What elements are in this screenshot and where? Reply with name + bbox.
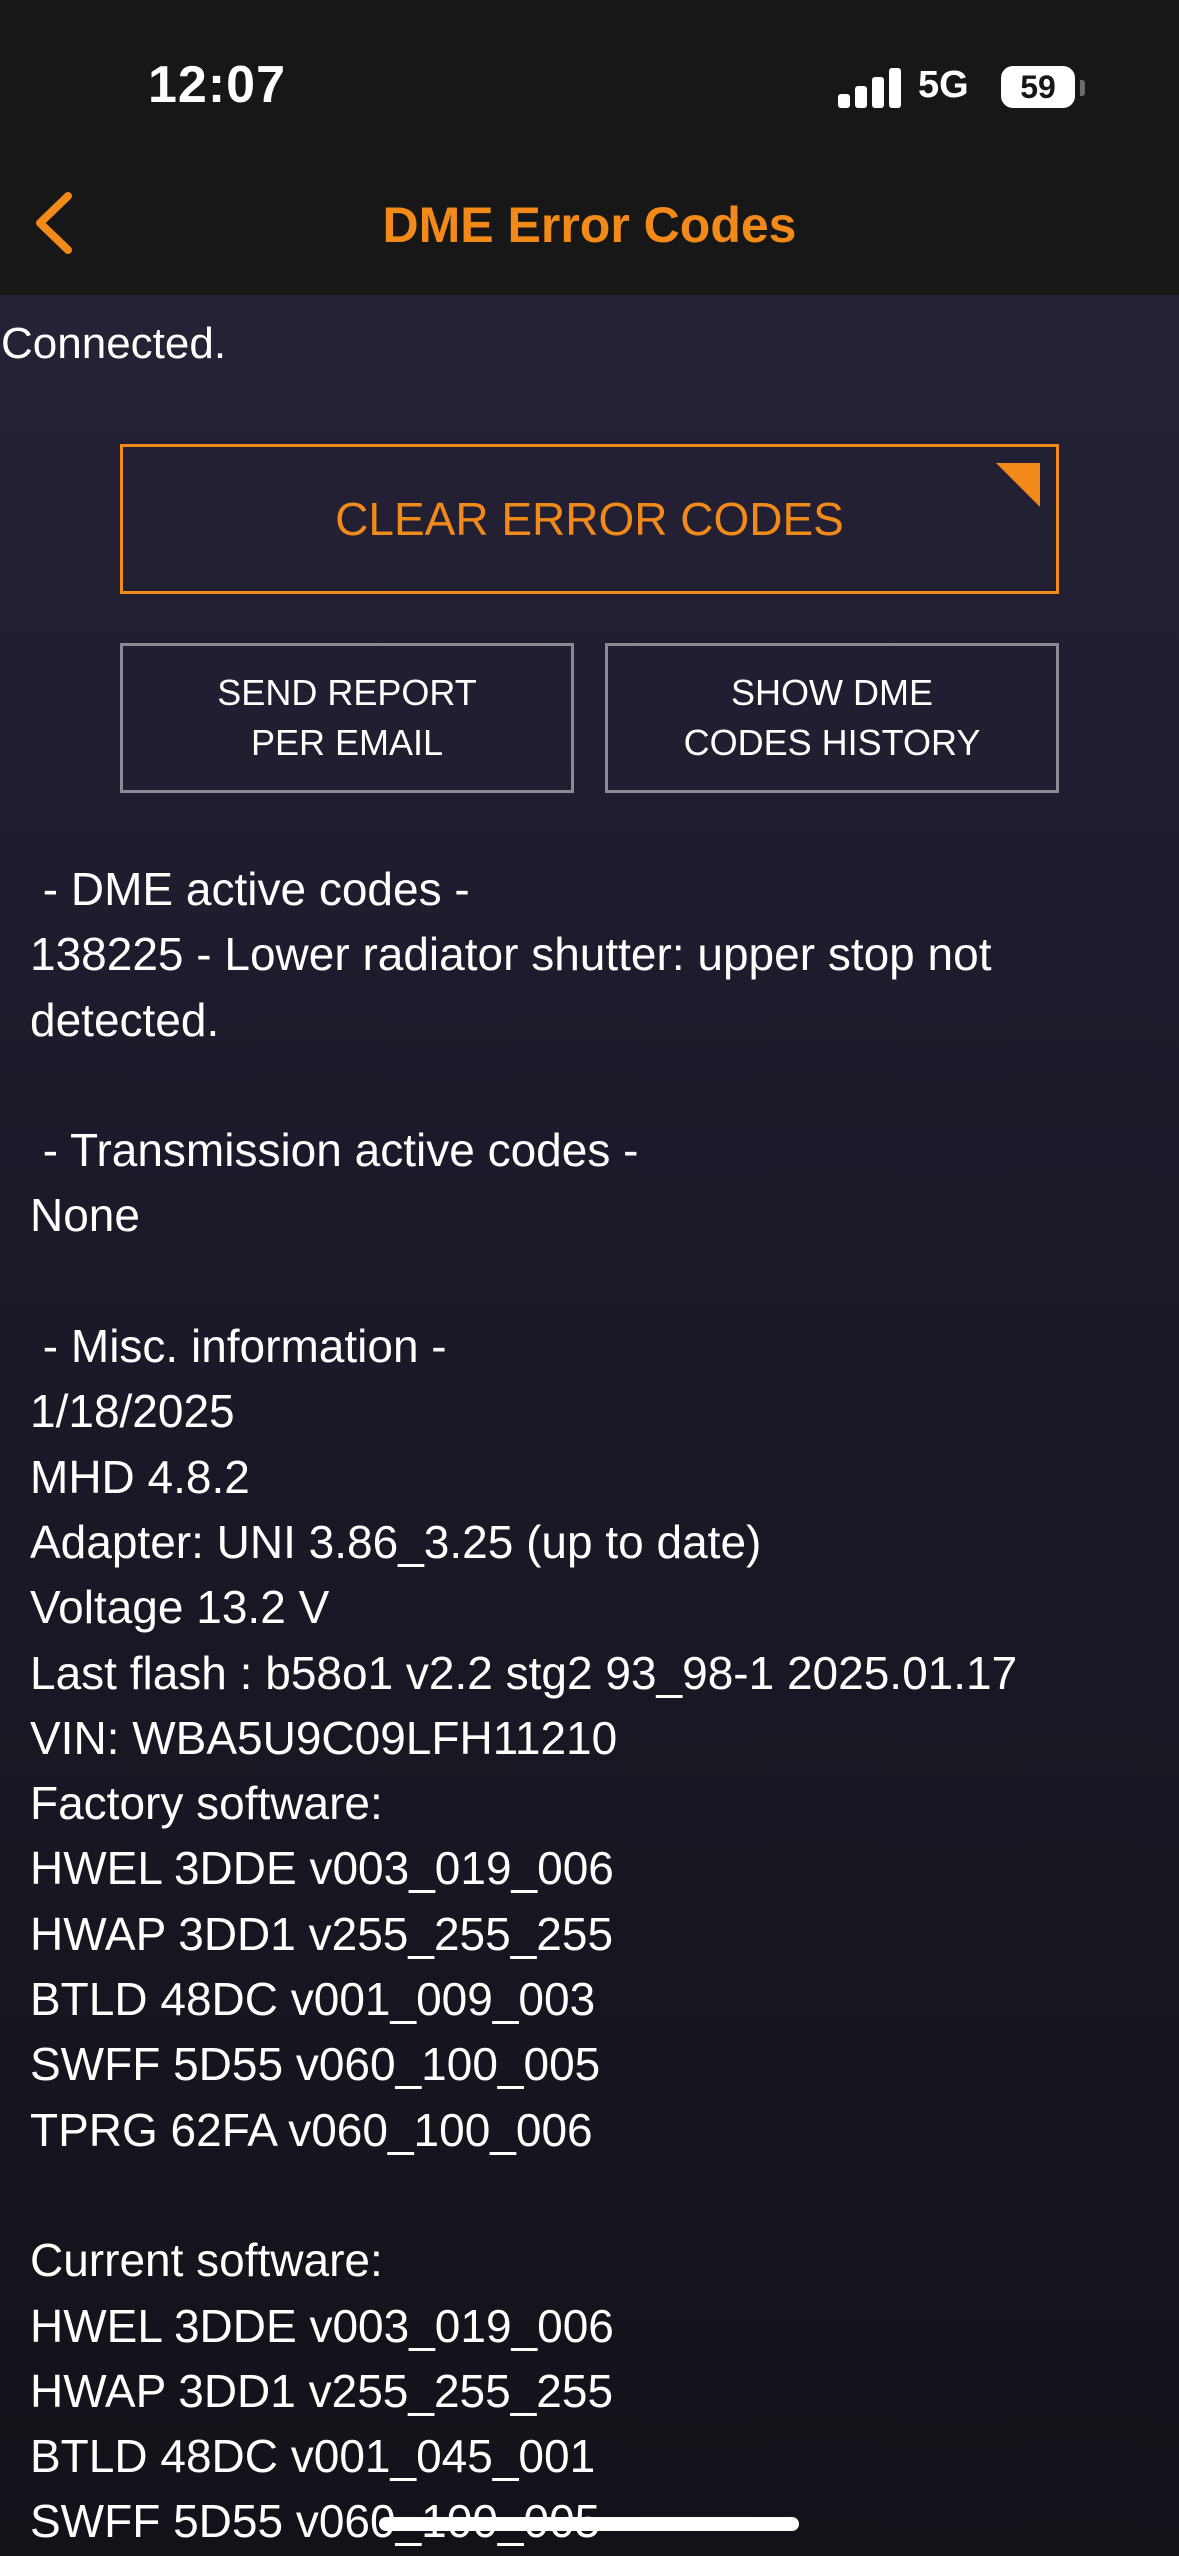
report-line: HWAP 3DD1 v255_255_255 — [30, 2364, 614, 2417]
show-history-label-line1: SHOW DME — [731, 672, 933, 713]
show-history-label-line2: CODES HISTORY — [683, 722, 981, 763]
battery-icon: 59 — [1001, 66, 1075, 108]
report-line: VIN: WBA5U9C09LFH11210 — [30, 1711, 618, 1764]
clear-error-codes-label: CLEAR ERROR CODES — [335, 493, 844, 545]
report-line: None — [30, 1189, 140, 1242]
main-content: Connected. CLEAR ERROR CODES SEND REPORT… — [0, 295, 1179, 2556]
report-line: - Misc. information - — [30, 1320, 447, 1373]
report-line — [30, 1249, 1150, 1314]
cellular-signal-icon — [838, 68, 902, 108]
report-line: BTLD 48DC v001_009_003 — [30, 1973, 596, 2026]
battery-level: 59 — [1020, 69, 1056, 105]
home-indicator[interactable] — [379, 2517, 799, 2531]
report-line: SWFF 5D55 v060_100_005 — [30, 2038, 601, 2091]
battery-tip — [1080, 80, 1085, 96]
report-line: HWAP 3DD1 v255_255_255 — [30, 1907, 614, 1960]
error-report-text: - DME active codes - 138225 - Lower radi… — [30, 857, 1150, 2555]
report-line: Voltage 13.2 V — [30, 1581, 330, 1634]
report-line — [30, 1053, 1150, 1118]
report-line — [30, 2163, 1150, 2228]
navigation-bar: DME Error Codes — [0, 150, 1179, 295]
clear-error-codes-button[interactable]: CLEAR ERROR CODES — [120, 444, 1059, 594]
send-report-email-button[interactable]: SEND REPORT PER EMAIL — [120, 643, 574, 793]
report-line: - Transmission active codes - — [30, 1124, 639, 1177]
report-line: Last flash : b58o1 v2.2 stg2 93_98-1 202… — [30, 1646, 1018, 1699]
corner-triangle-icon — [996, 463, 1040, 507]
connection-status: Connected. — [1, 319, 227, 368]
send-report-label-line1: SEND REPORT — [217, 672, 477, 713]
show-dme-codes-history-button[interactable]: SHOW DME CODES HISTORY — [605, 643, 1059, 793]
report-line: HWEL 3DDE v003_019_006 — [30, 2299, 614, 2352]
send-report-label-line2: PER EMAIL — [250, 722, 444, 763]
report-line: TPRG 62FA v060_100_006 — [30, 2103, 593, 2156]
report-line: - DME active codes - — [30, 863, 470, 915]
report-line: Factory software: — [30, 1777, 383, 1830]
report-line: 138225 - Lower radiator shutter: upper s… — [30, 928, 992, 1046]
status-time: 12:07 — [148, 56, 286, 114]
network-type: 5G — [918, 64, 969, 106]
page-title: DME Error Codes — [382, 197, 797, 253]
report-line: BTLD 48DC v001_045_001 — [30, 2430, 596, 2483]
report-line: Adapter: UNI 3.86_3.25 (up to date) — [30, 1515, 762, 1568]
report-line: 1/18/2025 — [30, 1385, 235, 1438]
report-line: HWEL 3DDE v003_019_006 — [30, 1842, 614, 1895]
report-line: MHD 4.8.2 — [30, 1450, 250, 1503]
report-line: Current software: — [30, 2234, 383, 2287]
status-bar: 12:07 5G 59 — [0, 0, 1179, 150]
